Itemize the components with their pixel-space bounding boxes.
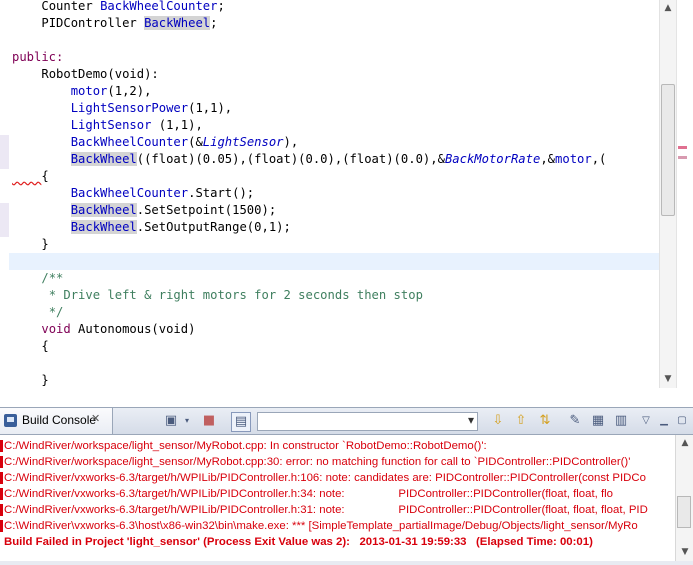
console-scroll-down-icon[interactable]: ▼ — [679, 546, 691, 558]
code-line[interactable]: } — [12, 236, 659, 253]
code-line[interactable]: motor(1,2), — [12, 83, 659, 100]
maximize-icon[interactable]: ▢ — [673, 412, 691, 430]
console-select[interactable] — [257, 412, 478, 431]
error-marker — [0, 472, 3, 484]
code-line[interactable]: Counter BackWheelCounter; — [12, 0, 659, 15]
console-line[interactable]: C:/WindRiver/vxworks-6.3/target/h/WPILib… — [4, 470, 646, 486]
scroll-down-icon[interactable]: ▼ — [662, 373, 674, 385]
code-line[interactable]: public: — [12, 49, 659, 66]
console-line[interactable]: C:\WindRiver\vxworks-6.3\host\x86-win32\… — [4, 518, 638, 534]
terminate-icon[interactable]: ■ — [200, 412, 218, 430]
console-line[interactable]: C:/WindRiver/vxworks-6.3/target/h/WPILib… — [4, 486, 613, 502]
tab-build-console[interactable]: Build Console ✕ — [0, 408, 113, 434]
code-line[interactable]: * Drive left & right motors for 2 second… — [12, 287, 659, 304]
console-line[interactable]: C:/WindRiver/workspace/light_sensor/MyRo… — [4, 454, 630, 470]
overview-error-mark[interactable] — [678, 156, 687, 159]
scroll-lock-icon[interactable]: ▦ — [589, 412, 607, 430]
code-line[interactable]: PIDController BackWheel; — [12, 15, 659, 32]
close-tab-icon[interactable]: ✕ — [91, 412, 100, 425]
code-line[interactable]: RobotDemo(void): — [12, 66, 659, 83]
error-marker — [0, 488, 3, 500]
ide-window: Counter BackWheelCounter; PIDController … — [0, 0, 693, 565]
code-line[interactable]: { — [12, 338, 659, 355]
console-scroll-up-icon[interactable]: ▲ — [679, 437, 691, 449]
overview-ruler[interactable] — [676, 0, 693, 388]
code-line[interactable]: { — [12, 168, 659, 185]
code-editor[interactable]: Counter BackWheelCounter; PIDController … — [0, 0, 693, 388]
status-strip — [0, 561, 693, 565]
code-line[interactable]: BackWheelCounter.Start(); — [12, 185, 659, 202]
next-error-icon[interactable]: ⇧ — [512, 412, 530, 430]
console-scroll-thumb[interactable] — [677, 496, 691, 528]
code-line[interactable]: BackWheel.SetOutputRange(0,1); — [12, 219, 659, 236]
view-menu-icon[interactable]: ▽ — [637, 412, 655, 430]
error-marker — [0, 456, 3, 468]
minimize-icon[interactable]: ▁ — [655, 412, 673, 430]
console-tab-icon — [4, 414, 17, 427]
overview-error-mark[interactable] — [678, 146, 687, 149]
clear-console-icon[interactable]: ✎ — [566, 412, 584, 430]
tab-label: Build Console — [22, 413, 97, 427]
change-marker — [0, 220, 9, 237]
word-wrap-icon[interactable]: ⇅ — [536, 412, 554, 430]
scroll-up-icon[interactable]: ▲ — [662, 2, 674, 14]
code-line[interactable]: BackWheelCounter(&LightSensor), — [12, 134, 659, 151]
code-line[interactable]: /** — [12, 270, 659, 287]
change-marker — [0, 152, 9, 169]
editor-scroll-thumb[interactable] — [661, 84, 675, 216]
code-line[interactable]: void Autonomous(void) — [12, 321, 659, 338]
code-line[interactable]: */ — [12, 304, 659, 321]
display-console-icon[interactable]: ▤ — [231, 412, 251, 432]
console-output[interactable]: C:/WindRiver/workspace/light_sensor/MyRo… — [0, 435, 675, 561]
change-marker — [0, 135, 9, 152]
code-line[interactable]: BackWheel.SetSetpoint(1500); — [12, 202, 659, 219]
console-toolbar: Build Console ✕ ▣ ▾ ■ ▤ ⇩ ⇧ ⇅ ✎ ▦ ▥ ▽ ▁ … — [0, 408, 693, 435]
build-failed-line[interactable]: Build Failed in Project 'light_sensor' (… — [4, 534, 593, 550]
save-console-icon[interactable]: ▥ — [612, 412, 630, 430]
change-marker — [0, 203, 9, 220]
pin-dropdown-icon[interactable]: ▾ — [178, 412, 196, 430]
error-marker — [0, 520, 3, 532]
previous-error-icon[interactable]: ⇩ — [489, 412, 507, 430]
code-line[interactable]: LightSensor (1,1), — [12, 117, 659, 134]
error-marker — [0, 504, 3, 516]
code-line[interactable]: BackWheel((float)(0.05),(float)(0.0),(fl… — [12, 151, 659, 168]
editor-gutter — [0, 0, 9, 388]
current-line[interactable] — [9, 253, 659, 270]
code-line[interactable]: LightSensorPower(1,1), — [12, 100, 659, 117]
console-line[interactable]: C:/WindRiver/vxworks-6.3/target/h/WPILib… — [4, 502, 648, 518]
build-console-view: Build Console ✕ ▣ ▾ ■ ▤ ⇩ ⇧ ⇅ ✎ ▦ ▥ ▽ ▁ … — [0, 407, 693, 565]
code-line[interactable]: } — [12, 372, 659, 388]
error-marker — [0, 440, 3, 452]
console-line[interactable]: C:/WindRiver/workspace/light_sensor/MyRo… — [4, 438, 487, 454]
